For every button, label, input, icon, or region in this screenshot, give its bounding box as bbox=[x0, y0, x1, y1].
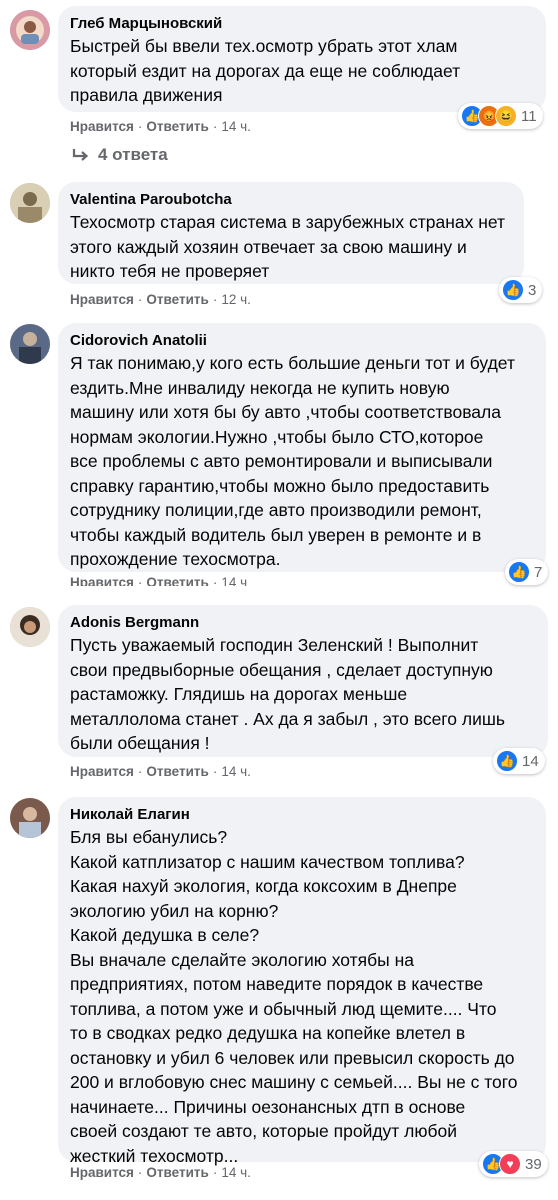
comment-actions: Нравится · Ответить · 14 ч. bbox=[70, 764, 251, 779]
avatar[interactable] bbox=[10, 607, 50, 647]
reaction-count: 14 bbox=[522, 752, 539, 770]
like-icon: 👍 bbox=[502, 279, 524, 301]
comment-text: Бля вы ебанулись? Какой катплизатор с на… bbox=[70, 827, 518, 1166]
reaction-count: 3 bbox=[528, 281, 537, 299]
reaction-summary[interactable]: 👍 3 bbox=[499, 277, 543, 303]
comment-bubble: Adonis Bergmann Пусть уважаемый господин… bbox=[58, 605, 548, 757]
avatar[interactable] bbox=[10, 798, 50, 838]
comment-text: Я так понимаю,у кого есть большие деньги… bbox=[70, 353, 515, 569]
like-button[interactable]: Нравится bbox=[70, 1165, 134, 1180]
comment-author[interactable]: Adonis Bergmann bbox=[70, 613, 536, 633]
comment-actions: Нравится · Ответить · 12 ч. bbox=[70, 292, 251, 307]
like-button[interactable]: Нравится bbox=[70, 119, 134, 134]
comment-bubble: Николай Елагин Бля вы ебанулись? Какой к… bbox=[58, 797, 546, 1166]
comment-text: Техосмотр старая система в зарубежных ст… bbox=[70, 212, 506, 281]
view-replies-link[interactable]: 4 ответа bbox=[72, 145, 168, 165]
avatar[interactable] bbox=[10, 10, 50, 50]
comment-author[interactable]: Глеб Марцыновский bbox=[70, 14, 534, 34]
like-button[interactable]: Нравится bbox=[70, 292, 134, 307]
like-button[interactable]: Нравится bbox=[70, 575, 134, 586]
comment-bubble: Глеб Марцыновский Быстрей бы ввели тех.о… bbox=[58, 6, 546, 112]
reaction-summary[interactable]: 👍 7 bbox=[505, 559, 549, 585]
reaction-summary[interactable]: 👍 14 bbox=[493, 748, 545, 774]
avatar[interactable] bbox=[10, 183, 50, 223]
like-icon: 👍 bbox=[496, 750, 518, 772]
reaction-summary[interactable]: 👍 😡 😆 11 bbox=[458, 103, 543, 129]
reply-button[interactable]: Ответить bbox=[146, 1165, 208, 1180]
love-icon: ♥ bbox=[499, 1153, 521, 1175]
comment-bubble: Cidorovich Anatolii Я так понимаю,у кого… bbox=[58, 323, 546, 572]
reaction-summary[interactable]: 👍 ♥ 39 bbox=[479, 1151, 548, 1177]
comment-time[interactable]: 14 ч. bbox=[221, 1165, 251, 1180]
replies-count: 4 ответа bbox=[98, 145, 168, 164]
like-button[interactable]: Нравится bbox=[70, 764, 134, 779]
comment-time[interactable]: 12 ч. bbox=[221, 292, 251, 307]
reaction-count: 11 bbox=[521, 107, 537, 125]
comment-text: Пусть уважаемый господин Зеленский ! Вып… bbox=[70, 635, 506, 753]
comment-actions: Нравится · Ответить · 14 ч. bbox=[70, 119, 251, 134]
avatar[interactable] bbox=[10, 324, 50, 364]
reaction-count: 7 bbox=[534, 563, 543, 581]
comment-time[interactable]: 14 ч bbox=[221, 575, 247, 586]
comment-text: Быстрей бы ввели тех.осмотр убрать этот … bbox=[70, 36, 461, 105]
comment-author[interactable]: Cidorovich Anatolii bbox=[70, 331, 534, 351]
comment-time[interactable]: 14 ч. bbox=[221, 119, 251, 134]
comment-actions: Нравится · Ответить · 14 ч bbox=[70, 574, 247, 586]
reply-button[interactable]: Ответить bbox=[146, 764, 208, 779]
comment-author[interactable]: Николай Елагин bbox=[70, 805, 534, 825]
reply-button[interactable]: Ответить bbox=[146, 119, 208, 134]
reaction-count: 39 bbox=[525, 1155, 542, 1173]
reply-button[interactable]: Ответить bbox=[146, 575, 208, 586]
reply-button[interactable]: Ответить bbox=[146, 292, 208, 307]
like-icon: 👍 bbox=[508, 561, 530, 583]
comment-author[interactable]: Valentina Paroubotcha bbox=[70, 190, 512, 210]
comment-time[interactable]: 14 ч. bbox=[221, 764, 251, 779]
reply-arrow-icon bbox=[72, 149, 89, 161]
haha-icon: 😆 bbox=[495, 105, 517, 127]
comment-actions: Нравится · Ответить · 14 ч. bbox=[70, 1165, 251, 1180]
comment-bubble: Valentina Paroubotcha Техосмотр старая с… bbox=[58, 182, 524, 284]
